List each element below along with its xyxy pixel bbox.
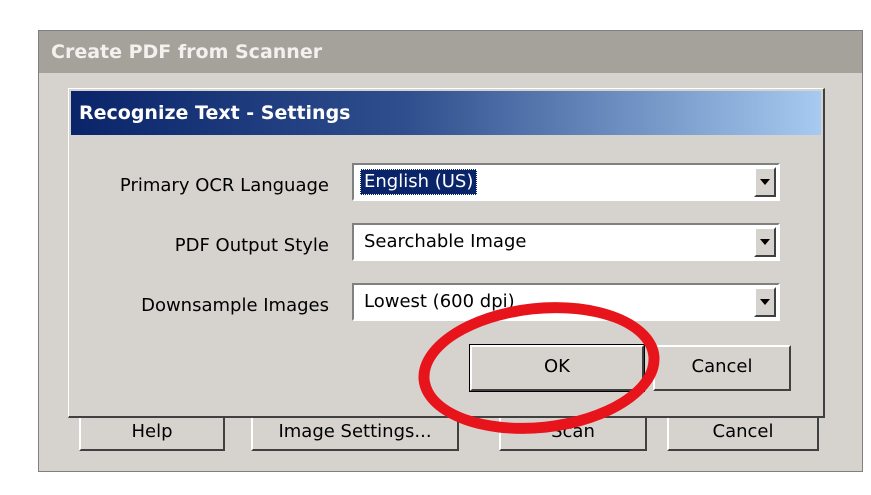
scan-button[interactable]: Scan [499, 413, 647, 451]
ocr-language-dropdown-button[interactable] [754, 167, 776, 197]
downsample-select[interactable]: Lowest (600 dpi) [352, 283, 780, 321]
chevron-down-icon [760, 299, 770, 305]
ocr-language-value: English (US) [360, 169, 478, 195]
outer-window-title: Create PDF from Scanner [39, 31, 862, 73]
image-settings-button[interactable]: Image Settings... [251, 413, 459, 451]
help-button[interactable]: Help [79, 413, 225, 451]
downsample-value: Lowest (600 dpi) [364, 291, 515, 312]
output-style-value: Searchable Image [364, 231, 527, 252]
chevron-down-icon [760, 239, 770, 245]
output-style-dropdown-button[interactable] [754, 227, 776, 257]
ocr-language-label: Primary OCR Language [119, 175, 329, 196]
ok-button[interactable]: OK [469, 344, 645, 392]
chevron-down-icon [760, 179, 770, 185]
dialog-title: Recognize Text - Settings [71, 91, 821, 135]
downsample-dropdown-button[interactable] [754, 287, 776, 317]
outer-cancel-button[interactable]: Cancel [667, 413, 819, 451]
cancel-button[interactable]: Cancel [653, 345, 791, 391]
output-style-label: PDF Output Style [174, 235, 329, 256]
ocr-language-select[interactable]: English (US) [352, 163, 780, 201]
downsample-label: Downsample Images [141, 295, 329, 316]
output-style-select[interactable]: Searchable Image [352, 223, 780, 261]
recognize-text-settings-dialog: Recognize Text - Settings Primary OCR La… [68, 88, 825, 418]
